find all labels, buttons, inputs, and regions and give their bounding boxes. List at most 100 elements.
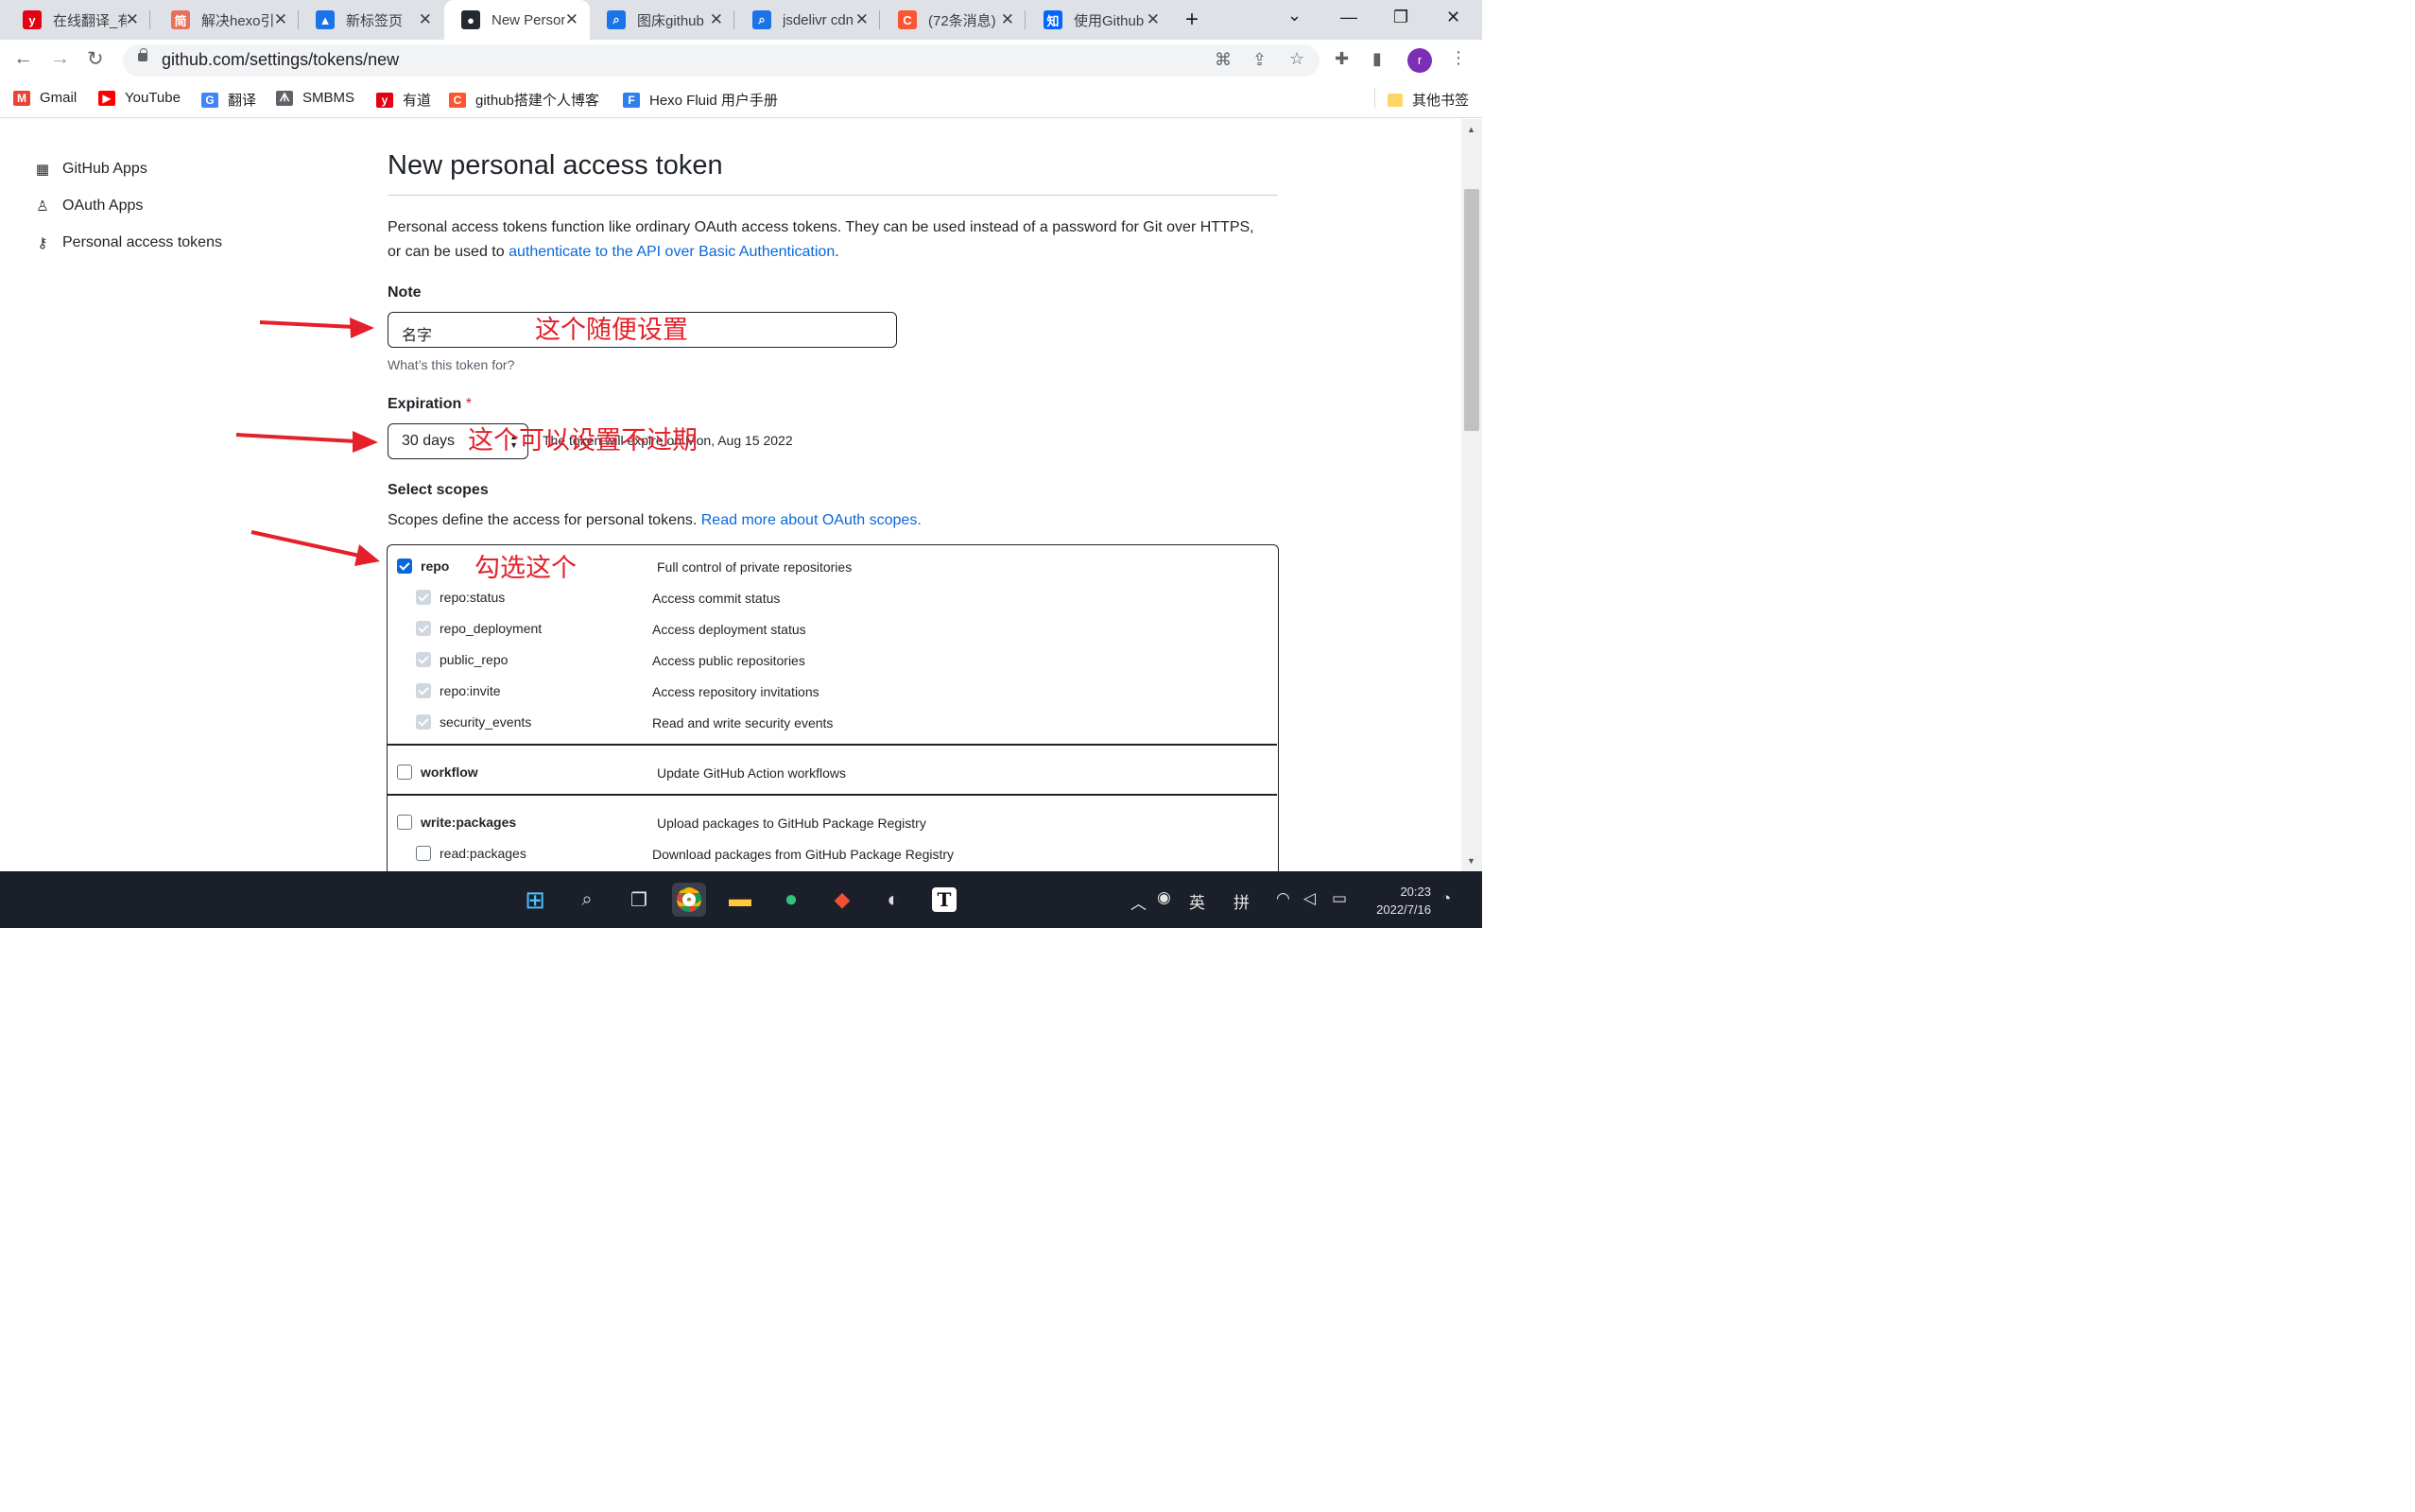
bookmark-item[interactable]: Cgithub搭建个人博客 xyxy=(449,90,599,110)
bookmark-item[interactable]: G 翻译 xyxy=(201,90,256,110)
sub-scope-description: Read and write security events xyxy=(652,715,834,730)
annotation-arrow-expiration xyxy=(235,431,378,453)
menu-icon[interactable]: ⋮ xyxy=(1450,48,1467,68)
scope-checkbox[interactable] xyxy=(397,765,412,780)
close-tab-icon[interactable]: ✕ xyxy=(274,10,287,29)
sub-scope-checkbox[interactable] xyxy=(416,590,431,605)
music-app-icon[interactable]: ● xyxy=(774,883,808,917)
side-panel-icon[interactable]: ▮ xyxy=(1372,49,1382,69)
search-icon: ⌕ xyxy=(607,10,626,29)
close-tab-icon[interactable]: ✕ xyxy=(710,10,723,29)
git-gui-icon[interactable]: ◆ xyxy=(825,883,859,917)
page-scrollbar[interactable]: ▲ ▼ xyxy=(1461,119,1482,871)
bookmark-item[interactable]: y 有道 xyxy=(376,90,431,110)
bookmark-item[interactable]: M Gmail xyxy=(13,90,77,106)
tab-title: 使用Github xyxy=(1074,12,1145,29)
profile-avatar[interactable]: r xyxy=(1407,48,1432,73)
minimize-button[interactable]: — xyxy=(1340,8,1357,27)
tab-title: New Personal xyxy=(492,11,565,28)
scope-checkbox[interactable] xyxy=(397,815,412,830)
ime-language[interactable]: 英 xyxy=(1189,889,1205,913)
scrollbar-thumb[interactable] xyxy=(1464,189,1479,431)
address-bar[interactable]: github.com/settings/tokens/new ⌘ ⇪ ☆ xyxy=(123,44,1320,77)
browser-tab[interactable]: 简解决hexo引 ✕ xyxy=(154,0,299,40)
battery-icon[interactable]: ▭ xyxy=(1332,889,1347,908)
sidebar-item[interactable]: ♙ OAuth Apps xyxy=(34,198,143,215)
wifi-icon[interactable]: ◠ xyxy=(1276,889,1290,908)
close-tab-icon[interactable]: ✕ xyxy=(126,10,139,29)
clock[interactable]: 20:23 2022/7/16 xyxy=(1376,883,1431,919)
translate-icon[interactable]: ⌘ xyxy=(1215,50,1232,70)
taskbar-search-icon[interactable]: ⌕ xyxy=(570,883,604,917)
app-avatar-icon[interactable]: ◐ xyxy=(876,883,910,917)
extensions-icon[interactable]: ✚ xyxy=(1335,49,1349,69)
sub-scope-checkbox[interactable] xyxy=(416,714,431,730)
sub-scope-checkbox[interactable] xyxy=(416,652,431,667)
sidebar-item-label: Personal access tokens xyxy=(62,234,222,250)
ime-mode[interactable]: 拼 xyxy=(1233,889,1250,913)
close-tab-icon[interactable]: ✕ xyxy=(1001,10,1014,29)
browser-tab[interactable]: y 在线翻译_有道✕ xyxy=(6,0,150,40)
basic-auth-link[interactable]: authenticate to the API over Basic Authe… xyxy=(509,244,835,260)
bookmark-item[interactable]: ▶ YouTube xyxy=(98,90,181,106)
sub-scope-name: repo:status xyxy=(440,590,506,605)
chrome-taskbar-icon[interactable] xyxy=(672,883,706,917)
scroll-up-arrow-icon[interactable]: ▲ xyxy=(1467,125,1475,134)
tab-search-chevron-icon[interactable]: ⌄ xyxy=(1287,6,1302,26)
start-windows-icon[interactable]: ⊞ xyxy=(518,883,552,917)
sub-scope-row: repo_deployment xyxy=(416,621,542,636)
sub-scope-checkbox[interactable] xyxy=(416,683,431,698)
browser-tab[interactable]: C (72条消息) ✕ xyxy=(881,0,1026,40)
close-window-button[interactable]: ✕ xyxy=(1446,8,1460,27)
reload-button[interactable]: ↻ xyxy=(87,47,104,71)
annotation-repo: 勾选这个 xyxy=(474,554,577,583)
notification-icon[interactable]: ◔ xyxy=(1441,889,1451,908)
bookmark-label: SMBMS xyxy=(302,90,355,106)
scope-checkbox[interactable] xyxy=(397,558,412,574)
sidebar-item[interactable]: ▦ GitHub Apps xyxy=(34,161,147,178)
browser-tab[interactable]: 知使用Github ✕ xyxy=(1026,0,1171,40)
scope-description: Full control of private repositories xyxy=(657,559,853,575)
other-bookmarks[interactable]: 其他书签 xyxy=(1388,90,1469,110)
browser-tab[interactable]: ● New Personal✕ xyxy=(444,0,590,40)
tray-chevron-icon[interactable]: ︿ xyxy=(1130,890,1147,914)
scope-row: write:packages xyxy=(397,815,516,830)
scope-name: write:packages xyxy=(421,815,517,830)
browser-tab[interactable]: ⌕ 图床github ✕ xyxy=(590,0,734,40)
bookmark-label: Hexo Fluid 用户手册 xyxy=(649,93,778,109)
volume-icon[interactable]: ◁ xyxy=(1303,889,1316,908)
annotation-arrow-note xyxy=(259,318,374,338)
qq-icon[interactable]: ◉ xyxy=(1157,888,1171,907)
tab-strip: y在线翻译_有道✕简解决hexo引✕▲新标签页✕●New Personal✕⌕图… xyxy=(0,0,1482,40)
browser-tab[interactable]: ▲ 新标签页 ✕ xyxy=(299,0,443,40)
intro-text: Personal access tokens function like ord… xyxy=(388,219,1254,260)
scope-row: repo xyxy=(397,558,449,574)
bookmark-label: github搭建个人博客 xyxy=(475,93,599,109)
sub-scope-checkbox[interactable] xyxy=(416,621,431,636)
forward-button[interactable]: → xyxy=(50,47,70,70)
close-tab-icon[interactable]: ✕ xyxy=(565,10,578,29)
oauth-scopes-link[interactable]: Read more about OAuth scopes. xyxy=(701,512,922,528)
close-tab-icon[interactable]: ✕ xyxy=(1147,10,1160,29)
browser-tab[interactable]: ⌕ jsdelivr cdn ✕ xyxy=(735,0,880,40)
bookmark-label: Gmail xyxy=(40,90,78,106)
typora-icon[interactable]: T xyxy=(927,883,961,917)
new-tab-button[interactable]: + xyxy=(1185,7,1199,33)
restore-button[interactable]: ❐ xyxy=(1393,8,1408,27)
file-explorer-icon[interactable]: ▬ xyxy=(723,883,757,917)
bookmark-item[interactable]: F Hexo Fluid 用户手册 xyxy=(623,90,778,110)
scroll-down-arrow-icon[interactable]: ▼ xyxy=(1467,856,1475,866)
share-icon[interactable]: ⇪ xyxy=(1252,50,1267,70)
sidebar-item[interactable]: ⚷ Personal access tokens xyxy=(34,234,222,251)
sub-scope-row: repo:invite xyxy=(416,683,501,698)
sub-scope-checkbox[interactable] xyxy=(416,846,431,861)
bookmark-item[interactable]: ᗑ SMBMS xyxy=(276,90,354,106)
close-tab-icon[interactable]: ✕ xyxy=(419,10,432,29)
annotation-note: 这个随便设置 xyxy=(535,316,688,345)
back-button[interactable]: ← xyxy=(13,47,33,70)
task-view-icon[interactable]: ❐ xyxy=(622,883,656,917)
close-tab-icon[interactable]: ✕ xyxy=(855,10,869,29)
scopes-list: repo Full control of private repositories… xyxy=(387,544,1279,885)
bookmark-star-icon[interactable]: ☆ xyxy=(1289,49,1304,69)
scope-name: workflow xyxy=(421,765,478,780)
